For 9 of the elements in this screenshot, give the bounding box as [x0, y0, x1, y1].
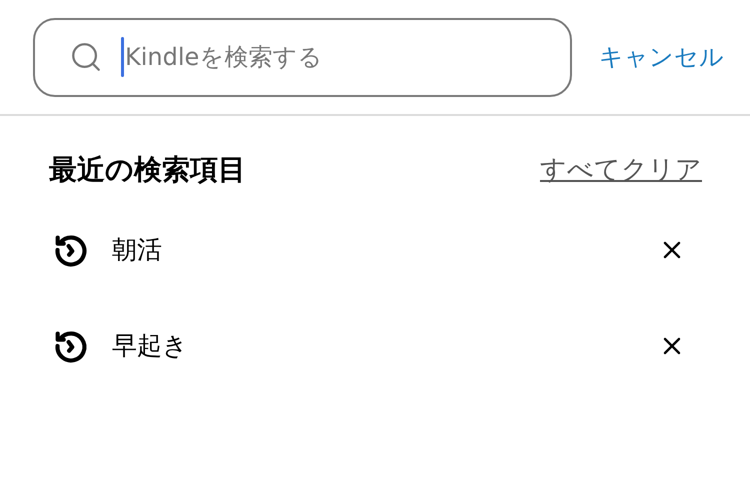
text-cursor [121, 37, 124, 77]
recent-search-item[interactable]: 早起き [112, 327, 188, 365]
search-icon [69, 40, 103, 74]
cancel-button[interactable]: キャンセル [599, 39, 724, 75]
clear-all-link[interactable]: すべてクリア [540, 150, 702, 190]
search-input[interactable]: Kindleを検索する [125, 39, 570, 75]
search-field[interactable]: Kindleを検索する [33, 18, 572, 96]
section-heading: 最近の検索項目 [49, 152, 246, 188]
recent-search-item[interactable]: 朝活 [112, 231, 162, 269]
